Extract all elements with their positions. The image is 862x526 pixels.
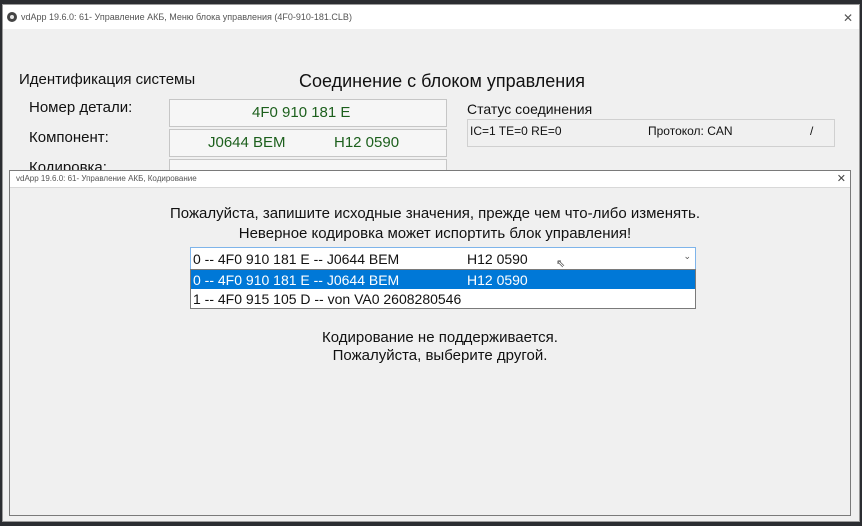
part-number-value: 4F0 910 181 E xyxy=(252,104,351,121)
dialog-title: vdApp 19.6.0: 61- Управление АКБ, Кодиро… xyxy=(16,174,197,183)
warning-line-1: Пожалуйста, запишите исходные значения, … xyxy=(169,205,701,222)
component-name: J0644 BEM xyxy=(208,134,286,151)
system-ident-heading: Идентификация системы xyxy=(19,71,196,88)
option-main: 1 -- 4F0 915 105 D -- von VA0 2608280546 xyxy=(193,291,462,307)
status-counters: IC=1 TE=0 RE=0 xyxy=(470,124,562,138)
dropdown-selected-version: H12 0590 xyxy=(467,251,528,267)
main-titlebar: vdApp 19.6.0: 61- Управление АКБ, Меню б… xyxy=(3,5,859,29)
coding-unsupported-message: Кодирование не поддерживается. xyxy=(322,329,558,346)
coding-dropdown[interactable]: 0 -- 4F0 910 181 E -- J0644 BEM H12 0590… xyxy=(190,247,696,271)
status-spinner: / xyxy=(810,124,814,138)
option-main: 0 -- 4F0 910 181 E -- J0644 BEM xyxy=(193,272,400,288)
mouse-pointer-icon: ⇖ xyxy=(556,258,566,270)
protocol-label: Протокол: CAN xyxy=(648,124,733,138)
connection-status-title: Статус соединения xyxy=(467,101,593,117)
dropdown-option-0[interactable]: 0 -- 4F0 910 181 E -- J0644 BEM H12 0590 xyxy=(191,270,695,289)
component-label: Компонент: xyxy=(29,129,109,146)
dialog-titlebar: vdApp 19.6.0: 61- Управление АКБ, Кодиро… xyxy=(10,171,850,188)
chevron-down-icon[interactable]: ⌄ xyxy=(683,251,691,262)
dropdown-selected-main: 0 -- 4F0 910 181 E -- J0644 BEM xyxy=(193,251,400,267)
part-number-field: 4F0 910 181 E xyxy=(169,99,447,127)
component-version: H12 0590 xyxy=(334,134,400,151)
close-icon[interactable]: ✕ xyxy=(837,171,846,187)
main-window-title: vdApp 19.6.0: 61- Управление АКБ, Меню б… xyxy=(21,12,352,22)
coding-dialog: vdApp 19.6.0: 61- Управление АКБ, Кодиро… xyxy=(9,170,851,516)
close-icon[interactable]: ✕ xyxy=(843,11,853,25)
part-number-label: Номер детали: xyxy=(29,99,133,116)
option-version: H12 0590 xyxy=(467,272,528,288)
warning-line-2: Неверное кодировка может испортить блок … xyxy=(238,225,632,242)
connection-status-row: IC=1 TE=0 RE=0 Протокол: CAN / xyxy=(467,119,835,147)
connection-title: Соединение с блоком управления xyxy=(299,71,585,91)
dropdown-list: 0 -- 4F0 910 181 E -- J0644 BEM H12 0590… xyxy=(190,269,696,309)
component-field: J0644 BEM H12 0590 xyxy=(169,129,447,157)
app-logo-icon xyxy=(7,12,17,22)
choose-other-message: Пожалуйста, выберите другой. xyxy=(332,347,548,364)
dropdown-option-1[interactable]: 1 -- 4F0 915 105 D -- von VA0 2608280546 xyxy=(191,289,695,308)
